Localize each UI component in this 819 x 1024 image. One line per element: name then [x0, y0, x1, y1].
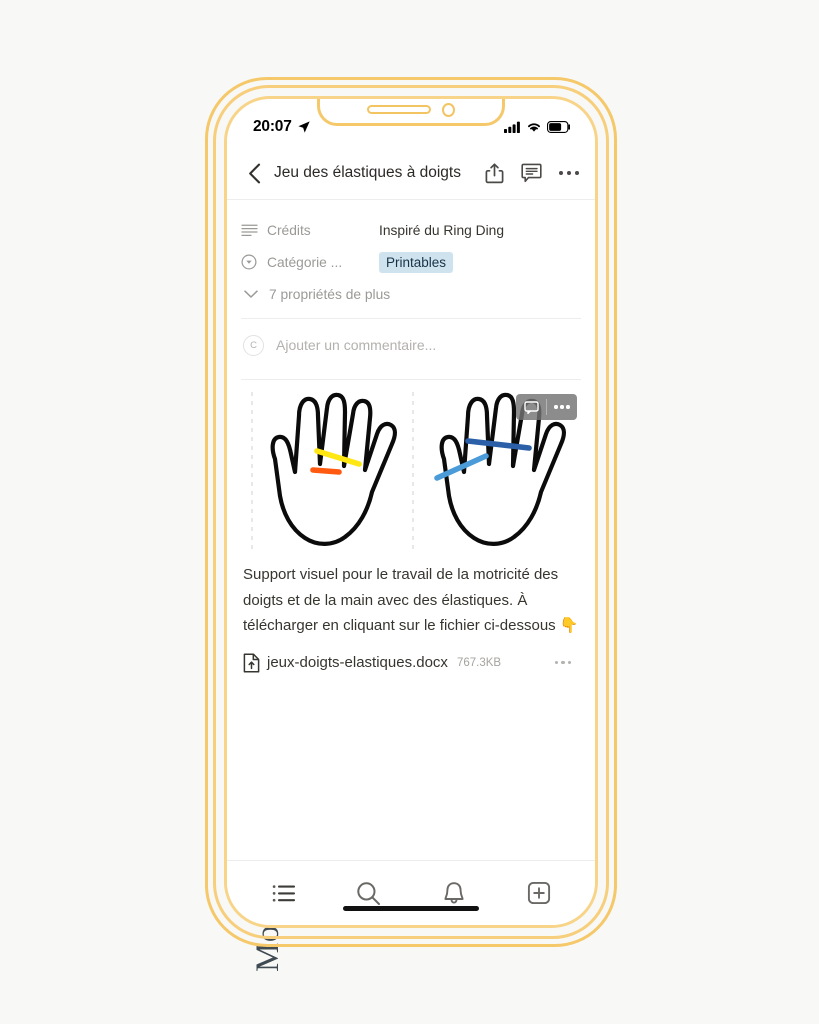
- search-icon: [357, 881, 380, 905]
- property-label: Crédits: [267, 222, 311, 238]
- text-lines-icon: [241, 223, 267, 237]
- phone-frame-inner: 20:07 Jeu des élastiques à doigts Crédit…: [224, 96, 598, 928]
- property-label: Catégorie ...: [267, 254, 343, 270]
- comments-button[interactable]: [521, 163, 542, 183]
- dot: [567, 660, 571, 665]
- status-time: 20:07: [253, 118, 292, 135]
- header-actions: [479, 162, 579, 184]
- status-bar-left: 20:07: [253, 118, 311, 136]
- file-attachment-row[interactable]: jeux-doigts-elastiques.docx 767.3KB: [241, 639, 581, 673]
- more-options-button[interactable]: [558, 170, 579, 176]
- bottom-tab-bar: [227, 860, 595, 925]
- file-size: 767.3KB: [456, 656, 502, 669]
- location-arrow-icon: [298, 121, 310, 133]
- hands-image-block[interactable]: [241, 386, 581, 556]
- dot: [558, 170, 564, 176]
- comment-bubble-icon: [521, 163, 542, 183]
- property-value-category: Printables: [379, 251, 454, 273]
- file-name: jeux-doigts-elastiques.docx: [267, 654, 448, 671]
- image-overlay-toolbar: [516, 394, 577, 420]
- image-comment-button[interactable]: [516, 394, 546, 420]
- share-icon: [485, 162, 504, 183]
- property-row-credits[interactable]: Crédits Inspiré du Ring Ding: [241, 214, 581, 246]
- comment-input-placeholder[interactable]: Ajouter un commentaire...: [276, 337, 436, 353]
- more-properties-label: 7 propriétés de plus: [269, 286, 391, 302]
- property-row-category[interactable]: Catégorie ... Printables: [241, 246, 581, 278]
- chevron-left-icon: [248, 163, 260, 183]
- tab-list[interactable]: [258, 873, 310, 913]
- more-horizontal-icon: [554, 405, 570, 409]
- comment-bubble-icon: [523, 400, 539, 414]
- back-button[interactable]: [241, 163, 267, 184]
- dark-blue-elastic: [465, 438, 532, 451]
- share-button[interactable]: [485, 162, 504, 184]
- battery-icon: [547, 121, 570, 133]
- dot: [566, 170, 572, 176]
- body-text: Support visuel pour le travail de la mot…: [243, 566, 579, 634]
- dot: [561, 660, 565, 665]
- dot: [560, 405, 564, 409]
- property-value-credits: Inspiré du Ring Ding: [379, 222, 505, 238]
- dot: [554, 660, 559, 665]
- earpiece-speaker-icon: [367, 105, 431, 114]
- yellow-elastic: [314, 448, 362, 467]
- status-bar-right: [504, 121, 571, 133]
- home-indicator: [343, 905, 479, 911]
- chevron-down-icon: [244, 290, 258, 298]
- cellular-signal-icon: [504, 121, 520, 133]
- page-header: Jeu des élastiques à doigts: [227, 147, 595, 200]
- page-content: Crédits Inspiré du Ring Ding Catégorie .…: [227, 200, 595, 860]
- properties-list: Crédits Inspiré du Ring Ding Catégorie .…: [241, 200, 581, 310]
- dot: [566, 405, 570, 409]
- divider: [241, 379, 581, 380]
- wifi-icon: [528, 123, 540, 132]
- page-title: Jeu des élastiques à doigts: [274, 164, 461, 181]
- image-more-button[interactable]: [547, 394, 577, 420]
- orange-elastic: [310, 467, 342, 475]
- phone-mockup: 20:07 Jeu des élastiques à doigts Crédit…: [205, 77, 617, 947]
- add-comment-row[interactable]: C Ajouter un commentaire...: [241, 319, 581, 371]
- file-download-icon: [243, 652, 260, 673]
- tab-new[interactable]: [513, 873, 565, 913]
- front-camera-icon: [442, 102, 455, 117]
- circle-chevron-down-icon: [241, 254, 267, 270]
- status-badge[interactable]: Printables: [379, 251, 454, 273]
- dot: [574, 170, 579, 176]
- more-properties-toggle[interactable]: 7 propriétés de plus: [241, 278, 581, 310]
- dot: [554, 405, 558, 409]
- phone-notch: [317, 99, 505, 126]
- avatar: C: [243, 334, 264, 356]
- phone-screen: 20:07 Jeu des élastiques à doigts Crédit…: [227, 99, 595, 925]
- plus-square-icon: [527, 881, 550, 905]
- bell-icon: [443, 881, 464, 904]
- file-more-button[interactable]: [554, 660, 579, 665]
- list-icon: [272, 884, 295, 902]
